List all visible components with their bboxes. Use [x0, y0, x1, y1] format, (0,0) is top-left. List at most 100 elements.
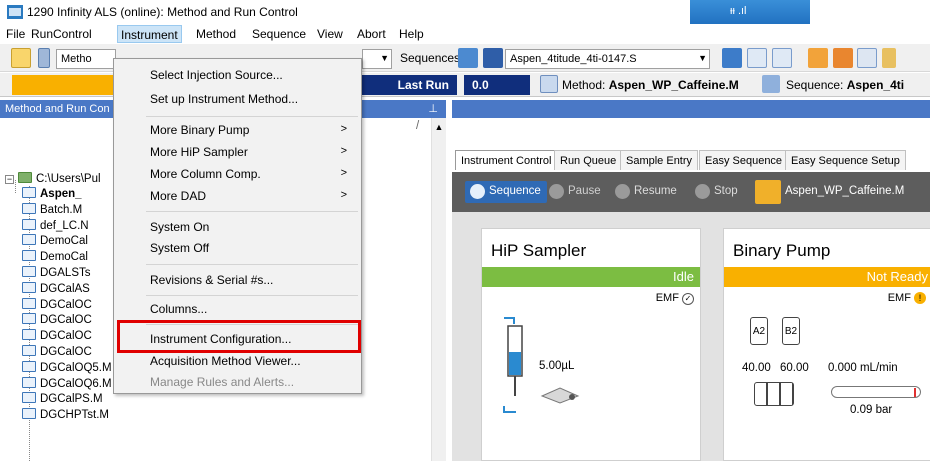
- tab-sample-entry[interactable]: Sample Entry: [620, 150, 699, 170]
- tab-easy-sequence-setup[interactable]: Easy Sequence Setup: [785, 150, 906, 170]
- tab-run-queue[interactable]: Run Queue: [554, 150, 623, 170]
- method-tree-item[interactable]: DGCHPTst.M: [22, 408, 109, 421]
- right-panel-header: [452, 100, 930, 118]
- play-icon: [470, 184, 485, 199]
- menu-method[interactable]: Method: [196, 27, 236, 41]
- method-book-icon: [755, 180, 781, 204]
- title-bar: 1290 Infinity ALS (online): Method and R…: [0, 0, 930, 26]
- drive-icon: [18, 172, 32, 183]
- method-tree-item[interactable]: DGCalOC: [22, 297, 92, 311]
- vial-icon[interactable]: [38, 48, 50, 68]
- tab-instrument-control[interactable]: Instrument Control: [455, 150, 558, 170]
- menu-sequence[interactable]: Sequence: [252, 27, 306, 41]
- resume-button[interactable]: Resume: [610, 181, 683, 203]
- emf-warning-icon: !: [914, 292, 926, 304]
- menu-bar: File RunControl Instrument Method Sequen…: [0, 24, 930, 44]
- stop-button[interactable]: Stop: [690, 181, 744, 203]
- print-icon[interactable]: [857, 48, 877, 68]
- sequence-button[interactable]: Sequence: [465, 181, 547, 203]
- bottle-b2: B2: [782, 317, 800, 345]
- hip-sampler-card[interactable]: HiP Sampler Idle EMF ✓ 5.00µL: [481, 228, 701, 461]
- chart-view-icon[interactable]: [772, 48, 792, 68]
- menu-runcontrol[interactable]: RunControl: [31, 27, 92, 41]
- method-book-icon: [22, 376, 36, 388]
- pump-pressure: 0.09 bar: [850, 404, 893, 416]
- menu-item-columns[interactable]: Columns...: [114, 299, 361, 321]
- instrument-tabs: Instrument Control Run Queue Sample Entr…: [452, 150, 930, 170]
- submenu-arrow-icon: >: [340, 189, 347, 201]
- sequence-combo[interactable]: Aspen_4titude_4ti-0147.S ▼: [505, 49, 710, 69]
- grid-view-icon[interactable]: [722, 48, 742, 68]
- method-tree-item[interactable]: DGCalOC: [22, 345, 92, 358]
- pin-icon[interactable]: ⊥: [428, 102, 438, 115]
- save-sequence-icon[interactable]: [483, 48, 503, 68]
- method-book-icon: [22, 329, 36, 341]
- menu-item-system-off[interactable]: System Off: [114, 238, 361, 260]
- menu-item-acquisition-method-viewer[interactable]: Acquisition Method Viewer...: [114, 351, 361, 373]
- report-icon[interactable]: [808, 48, 828, 68]
- method-book-icon: [22, 345, 36, 356]
- app-icon: [7, 5, 23, 19]
- method-combo-arrow[interactable]: ▼: [362, 49, 392, 69]
- menu-item-more-dad[interactable]: More DAD >: [114, 186, 361, 208]
- hip-emf: EMF ✓: [656, 292, 694, 305]
- solvent-b-percent: 60.00: [780, 362, 809, 374]
- signal-indicator: ᵻᵻ .ıl: [690, 0, 810, 26]
- menu-view[interactable]: View: [317, 27, 343, 41]
- menu-item-set-up-instrument-method[interactable]: Set up Instrument Method...: [114, 89, 361, 111]
- method-tree-item[interactable]: DemoCal: [22, 234, 88, 247]
- menu-item-more-column-comp[interactable]: More Column Comp. >: [114, 164, 361, 186]
- scroll-up-icon[interactable]: ▲: [432, 122, 446, 132]
- menu-item-revisions-serial[interactable]: Revisions & Serial #s...: [114, 270, 361, 292]
- menu-item-system-on[interactable]: System On: [114, 217, 361, 239]
- tab-easy-sequence[interactable]: Easy Sequence: [699, 150, 789, 170]
- menu-item-select-injection-source[interactable]: Select Injection Source...: [114, 65, 361, 87]
- menu-file[interactable]: File: [6, 27, 25, 41]
- tree-root[interactable]: − C:\Users\Pul: [5, 172, 101, 185]
- menu-instrument[interactable]: Instrument: [117, 25, 182, 43]
- method-tree-item[interactable]: DGCalAS: [22, 281, 90, 295]
- flow-rate: 0.000 mL/min: [828, 362, 898, 374]
- binary-pump-status: Not Ready: [724, 267, 930, 287]
- table-view-icon[interactable]: [747, 48, 767, 68]
- pressure-gauge: [831, 386, 921, 398]
- method-book-icon: [22, 392, 36, 404]
- method-combo[interactable]: Metho: [56, 49, 116, 69]
- method-tree-item[interactable]: DGALSTs: [22, 266, 91, 279]
- run-value: 0.0: [464, 75, 530, 95]
- hip-sampler-status: Idle: [482, 267, 700, 287]
- method-book-icon: [22, 250, 36, 262]
- folder-icon[interactable]: [882, 48, 896, 68]
- pause-button[interactable]: Pause: [544, 181, 607, 203]
- method-tree-item[interactable]: DGCalOC: [22, 313, 92, 326]
- batch-icon[interactable]: [833, 48, 853, 68]
- binary-pump-title: Binary Pump: [733, 241, 831, 260]
- load-sequence-icon[interactable]: [458, 48, 478, 68]
- submenu-arrow-icon: >: [340, 123, 347, 135]
- method-tree-item[interactable]: DGCalOQ6.M: [22, 376, 112, 390]
- menu-item-more-binary-pump[interactable]: More Binary Pump >: [114, 120, 361, 142]
- method-book-icon: [22, 234, 36, 246]
- menu-help[interactable]: Help: [399, 27, 424, 41]
- sequence-icon: [762, 75, 780, 93]
- method-tree-item[interactable]: def_LC.N: [22, 218, 89, 232]
- method-book-icon: [22, 187, 36, 198]
- method-tree-item[interactable]: DGCalPS.M: [22, 392, 103, 405]
- method-book-icon: [22, 266, 36, 277]
- method-tree-item[interactable]: DGCalOC: [22, 329, 92, 342]
- method-tree-item[interactable]: DemoCal: [22, 250, 88, 263]
- pump-heads-icon: [754, 382, 794, 406]
- method-file-label: Aspen_WP_Caffeine.M: [785, 185, 905, 197]
- layout-icon[interactable]: [11, 48, 31, 68]
- method-tree-item[interactable]: Aspen_: [22, 187, 82, 200]
- method-label: Method: Aspen_WP_Caffeine.M: [562, 78, 739, 92]
- menu-abort[interactable]: Abort: [357, 27, 386, 41]
- sequence-label: Sequences: [400, 51, 461, 65]
- tree-scrollbar[interactable]: ▲: [431, 118, 446, 461]
- method-book-icon: [22, 202, 36, 214]
- method-tree-item[interactable]: DGCalOQ5.M: [22, 360, 112, 374]
- method-tree-item[interactable]: Batch.M: [22, 202, 82, 216]
- menu-item-more-hip-sampler[interactable]: More HiP Sampler >: [114, 142, 361, 164]
- method-book-icon: [22, 281, 36, 293]
- binary-pump-card[interactable]: Binary Pump Not Ready EMF ! A2 B2 40.00 …: [723, 228, 930, 461]
